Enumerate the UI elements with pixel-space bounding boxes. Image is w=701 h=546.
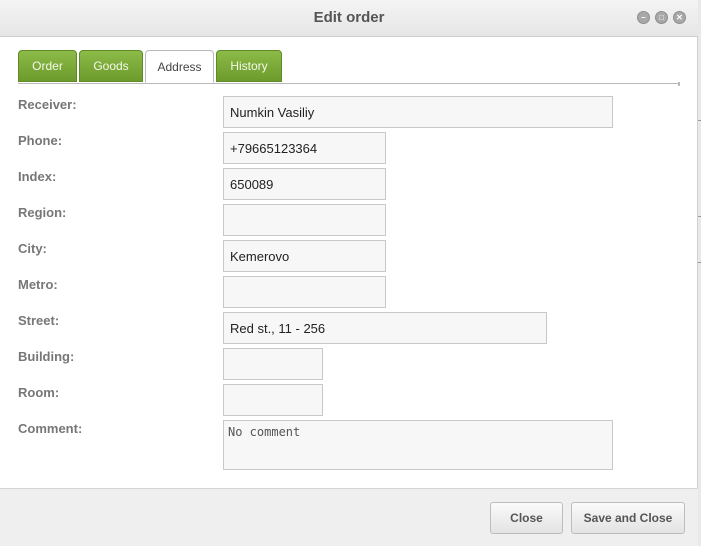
receiver-input[interactable] bbox=[223, 96, 613, 128]
region-input[interactable] bbox=[223, 204, 386, 236]
minimize-icon[interactable]: – bbox=[637, 11, 650, 24]
city-label: City: bbox=[18, 241, 47, 256]
room-label: Room: bbox=[18, 385, 60, 400]
comment-textarea[interactable]: No comment bbox=[223, 420, 613, 470]
index-input[interactable] bbox=[223, 168, 386, 200]
dialog-titlebar[interactable]: Edit order – □ ✕ bbox=[0, 0, 698, 37]
street-label: Street: bbox=[18, 313, 60, 328]
metro-input[interactable] bbox=[223, 276, 386, 308]
phone-input[interactable] bbox=[223, 132, 386, 164]
phone-label: Phone: bbox=[18, 133, 63, 148]
close-button[interactable]: Close bbox=[490, 502, 563, 534]
dialog-title: Edit order bbox=[313, 9, 385, 26]
save-and-close-button[interactable]: Save and Close bbox=[571, 502, 685, 534]
building-label: Building: bbox=[18, 349, 75, 364]
maximize-icon[interactable]: □ bbox=[655, 11, 668, 24]
region-label: Region: bbox=[18, 205, 67, 220]
room-input[interactable] bbox=[223, 384, 323, 416]
building-input[interactable] bbox=[223, 348, 323, 380]
receiver-label: Receiver: bbox=[18, 97, 77, 112]
tab-bar-edge bbox=[678, 82, 680, 86]
tab-address[interactable]: Address bbox=[145, 50, 214, 83]
city-input[interactable] bbox=[223, 240, 386, 272]
tab-order[interactable]: Order bbox=[18, 50, 77, 82]
street-input[interactable] bbox=[223, 312, 547, 344]
index-label: Index: bbox=[18, 169, 57, 184]
tab-history[interactable]: History bbox=[216, 50, 282, 82]
comment-label: Comment: bbox=[18, 421, 83, 436]
tab-goods[interactable]: Goods bbox=[79, 50, 143, 82]
metro-label: Metro: bbox=[18, 277, 58, 292]
dialog-footer: Close Save and Close bbox=[0, 488, 698, 546]
close-icon[interactable]: ✕ bbox=[673, 11, 686, 24]
edit-order-dialog: Edit order – □ ✕ Order Goods Address His… bbox=[0, 0, 698, 546]
tab-bar: Order Goods Address History bbox=[18, 50, 680, 84]
